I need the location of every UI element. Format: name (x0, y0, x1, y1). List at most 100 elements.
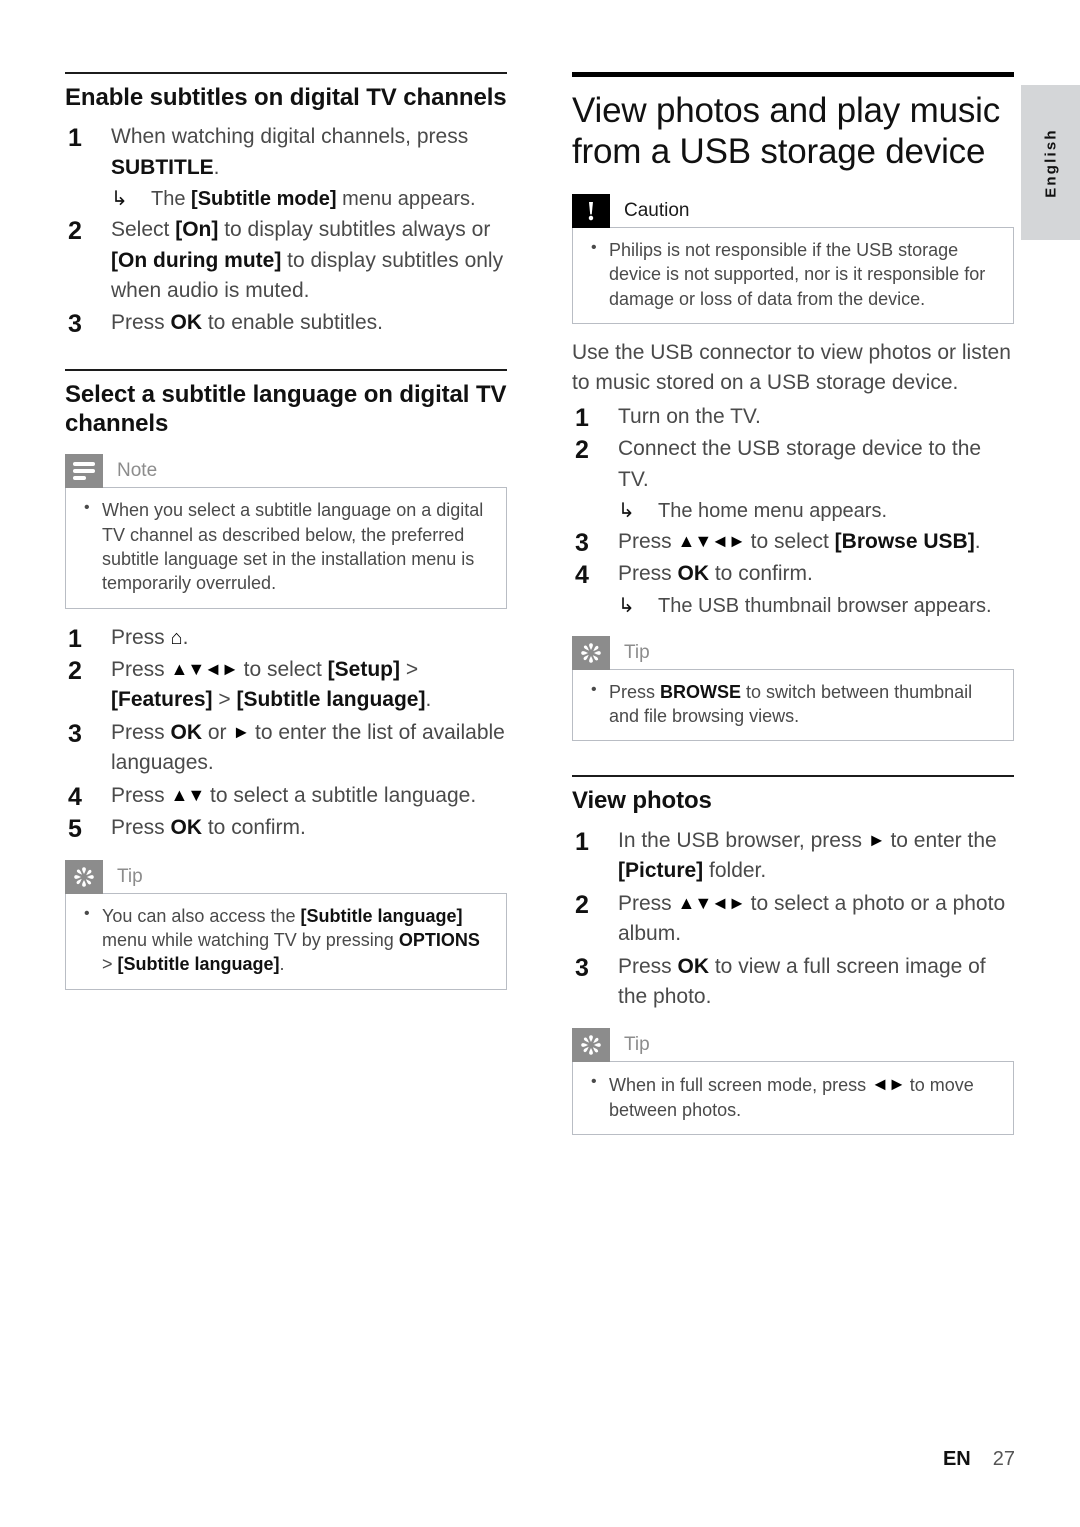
section-heading: Select a subtitle language on digital TV… (65, 380, 507, 438)
steps-list: 1 In the USB browser, press ► to enter th… (572, 826, 1014, 1013)
asterisk-icon (572, 635, 610, 670)
asterisk-icon (65, 859, 103, 894)
bold-term: [Browse USB] (834, 530, 975, 554)
bold-term: OPTIONS (398, 929, 480, 950)
step-text: . (279, 954, 285, 975)
step-text: Press (618, 891, 678, 915)
bold-term: [Subtitle language] (117, 954, 280, 975)
up-down-left-right-arrow-keys-icon: ► (232, 721, 250, 742)
tip-callout-body: You can also access the [Subtitle langua… (65, 892, 507, 990)
step-body: Press OK or ► to enter the list of avail… (111, 721, 505, 774)
step-number: 4 (575, 561, 589, 590)
step-text: . (425, 688, 432, 712)
step-text: Press (609, 681, 661, 702)
section-heading: Enable subtitles on digital TV channels (65, 84, 507, 111)
caution-callout-header: ! Caution (572, 194, 1014, 229)
tip-callout-header: Tip (572, 1028, 1014, 1063)
page-footer: EN 27 (0, 1448, 1015, 1471)
step-text: . (213, 155, 220, 179)
step-item: 1 When watching digital channels, press S… (65, 122, 507, 213)
exclamation-icon: ! (572, 194, 610, 229)
step-text: Press (111, 625, 171, 649)
manual-page: English Enable subtitles on digital TV c… (0, 0, 1080, 1527)
step-text: Press (111, 658, 171, 682)
step-item: 3 Press OK to view a full screen image of… (572, 952, 1014, 1013)
step-text: > (102, 954, 118, 975)
bold-term: SUBTITLE (111, 155, 214, 179)
caution-callout-body: Philips is not responsible if the USB st… (572, 227, 1014, 325)
step-text: or (202, 720, 233, 744)
bold-term: [Features] (111, 688, 213, 712)
step-text: Press (111, 816, 171, 840)
step-number: 2 (68, 217, 82, 246)
step-item: 3 Press OK to enable subtitles. (65, 308, 507, 338)
step-text: Press (618, 562, 678, 586)
step-text: Press (111, 311, 171, 335)
tip-callout: Tip You can also access the [Subtitle la… (65, 859, 507, 990)
step-number: 1 (575, 827, 589, 856)
bold-term: [Subtitle mode] (191, 188, 337, 211)
step-number: 2 (68, 657, 82, 686)
step-number: 3 (575, 529, 589, 558)
step-number: 2 (575, 890, 589, 919)
tip-callout-header: Tip (572, 635, 1014, 670)
note-callout-header: Note (65, 454, 507, 489)
step-text: . (182, 625, 189, 649)
bold-term: OK (677, 954, 710, 978)
step-text: > (400, 658, 419, 682)
step-text: Select (111, 218, 176, 242)
bold-term: OK (677, 562, 710, 586)
step-number: 3 (68, 719, 82, 748)
up-down-left-right-arrow-keys-icon: ◄► (871, 1074, 906, 1095)
sub-arrow-icon: ↳ (618, 594, 635, 617)
caution-callout: ! Caution Philips is not responsible if … (572, 194, 1014, 325)
step-text: The USB thumbnail browser appears. (658, 594, 992, 617)
step-text: Turn on the TV. (618, 404, 761, 428)
tip-callout: Tip When in full screen mode, press ◄► t… (572, 1028, 1014, 1135)
step-body: Press ⌂. (111, 626, 188, 649)
intro-paragraph: Use the USB connector to view photos or … (572, 341, 1011, 394)
step-number: 1 (68, 624, 82, 653)
step-text: folder. (703, 859, 767, 883)
step-body: Press OK to enable subtitles. (111, 311, 383, 334)
step-text: to confirm. (709, 562, 813, 586)
step-text: > (212, 688, 237, 712)
step-result: ↳ The USB thumbnail browser appears. (618, 592, 1014, 620)
step-text: to enable subtitles. (202, 311, 383, 335)
step-item: 4 Press ▲▼ to select a subtitle language. (65, 781, 507, 811)
step-text: to select (237, 658, 328, 682)
step-body: Press OK to confirm. (111, 816, 306, 839)
step-text: Press (618, 530, 678, 554)
section-enable-subtitles: Enable subtitles on digital TV channels … (65, 72, 507, 339)
up-down-left-right-arrow-keys-icon: ► (867, 829, 886, 850)
step-result: ↳ The [Subtitle mode] menu appears. (111, 185, 507, 213)
steps-list: 1 Turn on the TV. 2 Connect the USB storage… (572, 402, 1014, 620)
callout-bullet: Philips is not responsible if the USB st… (587, 237, 999, 311)
tip-callout-body: When in full screen mode, press ◄► to mo… (572, 1061, 1014, 1135)
step-body: Press ▲▼◄► to select [Browse USB]. (618, 530, 981, 553)
step-text: Press (111, 783, 171, 807)
tip-callout-title: Tip (624, 1034, 650, 1056)
language-tab-label: English (1042, 127, 1059, 198)
note-callout-title: Note (117, 460, 158, 482)
bold-term: OK (170, 816, 203, 840)
heading-rule (65, 368, 507, 371)
section-view-photos: View photos 1 In the USB browser, press ►… (572, 775, 1014, 1135)
step-item: 2 Press ▲▼◄► to select [Setup] > [Feature… (65, 655, 507, 716)
step-number: 1 (68, 124, 82, 153)
sub-arrow-icon: ↳ (111, 188, 128, 211)
step-text: You can also access the (102, 905, 301, 926)
step-text: to confirm. (202, 816, 306, 840)
step-item: 3 Press ▲▼◄► to select [Browse USB]. (572, 527, 1014, 557)
step-number: 1 (575, 403, 589, 432)
callout-bullet: When you select a subtitle language on a… (80, 497, 492, 595)
step-body: Press OK to confirm. (618, 562, 813, 585)
step-item: 3 Press OK or ► to enter the list of avai… (65, 718, 507, 779)
section-heading: View photos (572, 787, 712, 815)
step-number: 4 (68, 782, 82, 811)
step-item: 1 Press ⌂. (65, 623, 507, 653)
section-select-subtitle-language: Select a subtitle language on digital TV… (65, 368, 507, 990)
step-text: The home menu appears. (658, 500, 888, 523)
step-text: Connect the USB storage device to the TV… (618, 437, 982, 491)
bold-term: [On] (175, 218, 219, 242)
